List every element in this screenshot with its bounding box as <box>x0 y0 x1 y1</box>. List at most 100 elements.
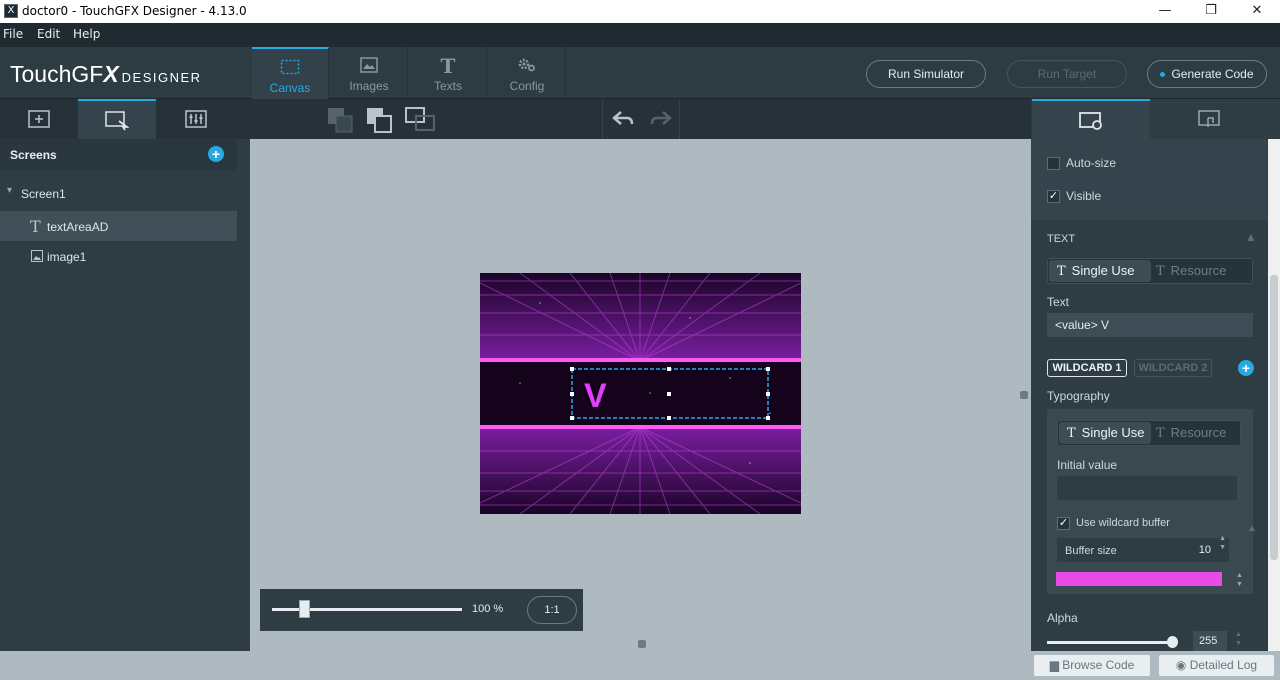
screens-header: Screens + <box>0 139 237 171</box>
screens-title: Screens <box>10 148 57 162</box>
chevron-up-icon[interactable]: ▲ <box>1247 523 1259 535</box>
sliders-icon <box>185 110 207 128</box>
auto-size-label: Auto-size <box>1066 156 1117 170</box>
typo-resource-option[interactable]: T Resource <box>1156 422 1226 444</box>
logo-main: TouchGF <box>10 61 104 87</box>
bring-forward-icon[interactable] <box>327 107 355 135</box>
buffer-size-stepper[interactable]: ▲ ▼ <box>1219 534 1226 552</box>
generate-code-button[interactable]: Generate Code <box>1147 60 1267 88</box>
send-to-back-icon[interactable] <box>405 107 437 135</box>
tab-texts-label: Texts <box>433 79 462 93</box>
tab-tree-view[interactable] <box>78 99 156 139</box>
screens-panel: Screens + ▾ Screen1 T textAreaAD image1 <box>0 139 237 651</box>
use-wildcard-buffer-checkbox[interactable]: ✓ <box>1057 517 1070 530</box>
widget-settings-icon <box>1079 112 1102 130</box>
canvas-handle-right[interactable] <box>1020 391 1028 399</box>
resource-mode-icon: T <box>1156 264 1165 279</box>
zoom-slider-thumb[interactable] <box>298 600 310 618</box>
chevron-down-icon: ▾ <box>7 185 13 196</box>
tab-properties-mixer[interactable] <box>157 99 235 139</box>
typo-single-use-option[interactable]: T Single Use <box>1059 422 1151 444</box>
tab-texts[interactable]: T Texts <box>410 47 487 99</box>
gear-icon <box>517 57 537 75</box>
status-bar: ▆ Browse Code ◉ Detailed Log <box>0 651 1280 680</box>
run-target-button[interactable]: Run Target <box>1007 60 1127 88</box>
zoom-value: 100 % <box>472 603 504 615</box>
resource-option[interactable]: T Resource <box>1156 260 1226 282</box>
alpha-label: Alpha <box>1047 611 1078 625</box>
menu-bar: File Edit Help <box>0 23 1280 47</box>
typography-type-toggle[interactable]: T Single Use T Resource <box>1057 420 1241 446</box>
tab-images[interactable]: Images <box>331 47 408 99</box>
properties-scrollbar-thumb[interactable] <box>1270 275 1278 560</box>
alpha-slider-thumb[interactable] <box>1167 636 1178 648</box>
menu-edit[interactable]: Edit <box>37 27 60 41</box>
text-widget-icon: T <box>30 217 41 236</box>
text-icon: T <box>440 54 456 78</box>
buffer-size-label: Buffer size <box>1065 545 1117 557</box>
maximize-button[interactable]: ❐ <box>1188 0 1234 23</box>
panel-splitter[interactable] <box>237 139 250 651</box>
canvas-text-value[interactable]: V <box>584 377 607 415</box>
initial-value-field[interactable] <box>1057 476 1237 500</box>
browse-code-label: Browse Code <box>1062 658 1135 672</box>
interaction-icon <box>1198 110 1220 127</box>
color-swatch[interactable] <box>1056 572 1222 586</box>
redo-icon[interactable] <box>649 109 673 129</box>
window-titlebar: X doctor0 - TouchGFX Designer - 4.13.0 —… <box>0 0 1280 23</box>
text-type-toggle[interactable]: T Single Use T Resource <box>1047 258 1253 284</box>
screen-node[interactable]: ▾ Screen1 <box>0 179 237 209</box>
add-widget-icon <box>28 110 50 128</box>
toolbar-divider <box>679 99 680 139</box>
minimize-button[interactable]: — <box>1142 0 1188 23</box>
send-backward-icon[interactable] <box>366 107 394 135</box>
tab-interactions[interactable] <box>1151 99 1269 139</box>
visibility-section: Auto-size ✓ Visible <box>1031 139 1267 220</box>
tree-item-image[interactable]: image1 <box>0 241 237 271</box>
undo-icon[interactable] <box>611 109 635 129</box>
generate-code-label: Generate Code <box>1171 67 1254 81</box>
menu-file[interactable]: File <box>3 27 23 41</box>
canvas-area[interactable]: V <box>250 139 1031 651</box>
status-dot-icon <box>1160 72 1166 78</box>
folder-icon: ▆ <box>1049 658 1063 672</box>
add-screen-button[interactable]: + <box>208 146 224 162</box>
single-use-option[interactable]: T Single Use <box>1049 260 1151 282</box>
browse-code-button[interactable]: ▆ Browse Code <box>1034 655 1150 676</box>
detailed-log-button[interactable]: ◉ Detailed Log <box>1159 655 1274 676</box>
initial-value-label: Initial value <box>1057 458 1118 472</box>
log-icon: ◉ <box>1175 658 1190 672</box>
run-simulator-button[interactable]: Run Simulator <box>866 60 986 88</box>
chevron-up-icon[interactable]: ▲ <box>1245 230 1257 244</box>
color-stepper[interactable]: ▲ ▼ <box>1236 571 1243 589</box>
visible-checkbox[interactable]: ✓ <box>1047 190 1060 203</box>
alpha-slider-track[interactable] <box>1047 641 1173 644</box>
buffer-size-value: 10 <box>1198 544 1211 556</box>
close-button[interactable]: ✕ <box>1234 0 1280 23</box>
resource-label: Resource <box>1170 263 1227 278</box>
wildcard-2-tab[interactable]: WILDCARD 2 <box>1134 359 1212 377</box>
typo-single-use-label: Single Use <box>1081 425 1145 440</box>
zoom-reset-button[interactable]: 1:1 <box>527 596 577 624</box>
tab-widget-properties[interactable] <box>1032 99 1150 139</box>
tree-item-textarea[interactable]: T textAreaAD <box>0 211 237 241</box>
text-value-field[interactable]: <value> V <box>1047 313 1253 337</box>
tab-add-widget[interactable] <box>0 99 78 139</box>
screen-name: Screen1 <box>21 187 66 201</box>
add-wildcard-button[interactable]: + <box>1238 360 1254 376</box>
screen-preview[interactable]: V <box>480 273 801 514</box>
auto-size-checkbox[interactable] <box>1047 157 1060 170</box>
tab-canvas[interactable]: Canvas <box>252 47 329 99</box>
tab-config[interactable]: Config <box>489 47 566 99</box>
menu-help[interactable]: Help <box>73 27 100 41</box>
alpha-stepper[interactable]: ▲ ▼ <box>1235 630 1242 648</box>
touchgfx-logo: TouchGFX DESIGNER <box>10 61 202 88</box>
alpha-value-field[interactable]: 255 <box>1193 631 1227 651</box>
wildcard-1-tab[interactable]: WILDCARD 1 <box>1047 359 1127 377</box>
canvas-handle-bottom[interactable] <box>638 640 646 648</box>
visible-label: Visible <box>1066 189 1102 203</box>
buffer-size-field[interactable]: Buffer size 10 ▲ ▼ <box>1057 535 1229 562</box>
logo-sub: DESIGNER <box>121 70 202 85</box>
tab-config-label: Config <box>509 79 545 93</box>
typo-resource-label: Resource <box>1170 425 1227 440</box>
